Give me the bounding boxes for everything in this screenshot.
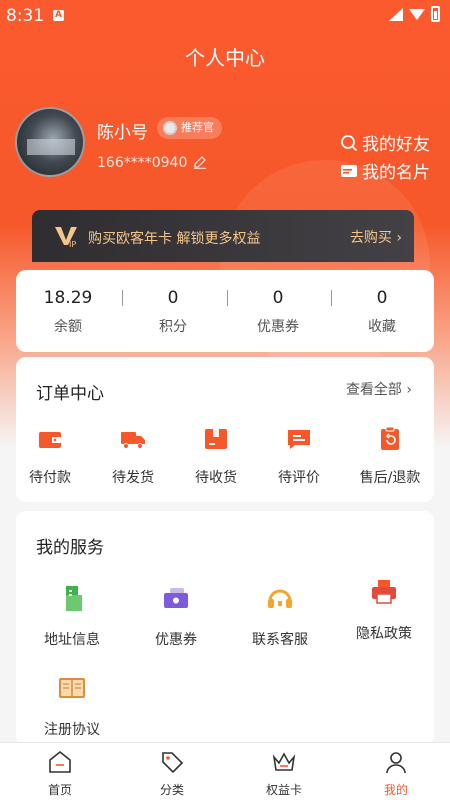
vip-banner-text: 购买欧客年卡 解锁更多权益 (88, 231, 261, 247)
vip-buy-button[interactable]: 去购买 › (350, 227, 402, 247)
page-title: 个人中心 (185, 46, 265, 70)
order-to-receive[interactable]: 待收货 (176, 425, 256, 487)
user-icon (386, 752, 406, 774)
stat-label: 积分 (159, 319, 187, 335)
wifi-icon (409, 8, 425, 20)
tag-icon (162, 752, 184, 774)
stat-label: 余额 (54, 319, 82, 335)
box-icon (205, 429, 227, 449)
referrer-badge[interactable]: 推荐官 (157, 117, 222, 139)
tab-mine[interactable]: 我的 (340, 743, 450, 800)
stat-balance[interactable]: 18.29 余额 (16, 270, 120, 352)
tab-home[interactable]: 首页 (4, 743, 116, 800)
service-label: 注册协议 (44, 722, 100, 738)
service-coupon[interactable]: 优惠券 (126, 583, 226, 649)
my-services-card: 我的服务 地址信息 优惠券 联系客服 隐私政策 注册协议 (16, 511, 434, 746)
order-label: 待收货 (195, 470, 237, 486)
order-label: 待付款 (29, 470, 71, 486)
order-pending-payment[interactable]: 待付款 (10, 425, 90, 487)
service-customer-support[interactable]: 联系客服 (230, 583, 330, 649)
order-to-review[interactable]: 待评价 (259, 425, 339, 487)
order-after-sales[interactable]: 售后/退款 (342, 425, 438, 487)
order-label: 待发货 (112, 470, 154, 486)
crown-icon (272, 752, 296, 771)
my-friends-label: 我的好友 (362, 135, 430, 155)
search-icon (341, 134, 358, 151)
edit-icon[interactable] (193, 155, 207, 169)
stat-points[interactable]: 0 积分 (121, 270, 225, 352)
home-icon (49, 750, 71, 773)
avatar[interactable] (15, 107, 85, 177)
tab-label: 权益卡 (265, 783, 302, 797)
refund-icon (381, 426, 399, 450)
badge-icon (163, 121, 177, 135)
truck-icon (121, 432, 145, 449)
battery-icon (431, 6, 440, 22)
order-label: 待评价 (278, 470, 320, 486)
stat-coupons[interactable]: 0 优惠券 (226, 270, 330, 352)
status-time: 8:31 (6, 6, 45, 26)
tab-label: 首页 (47, 783, 72, 797)
comment-icon (288, 430, 310, 449)
stat-label: 优惠券 (257, 319, 299, 335)
stat-value: 18.29 (43, 288, 93, 308)
tab-benefit-card[interactable]: 权益卡 (228, 743, 340, 800)
vip-banner[interactable]: IP 购买欧客年卡 解锁更多权益 去购买 › (32, 210, 414, 262)
stat-favorites[interactable]: 0 收藏 (330, 270, 434, 352)
stat-value: 0 (167, 288, 179, 308)
service-registration-agreement[interactable]: 注册协议 (22, 673, 122, 739)
wallet-icon (39, 432, 61, 448)
svg-text:IP: IP (69, 240, 76, 248)
stat-value: 0 (272, 288, 284, 308)
service-address[interactable]: 地址信息 (22, 583, 122, 649)
book-icon (59, 678, 85, 698)
printer-icon (372, 580, 396, 604)
my-services-title: 我的服务 (36, 538, 104, 558)
tab-category[interactable]: 分类 (116, 743, 228, 800)
stat-value: 0 (376, 288, 388, 308)
username: 陈小号 (97, 123, 148, 143)
cellular-signal-icon (389, 7, 403, 21)
stats-panel: 18.29 余额 0 积分 0 优惠券 0 收藏 (16, 270, 434, 352)
my-card-label: 我的名片 (362, 163, 430, 183)
service-label: 地址信息 (44, 632, 100, 648)
badge-label: 推荐官 (181, 121, 214, 134)
order-center-title: 订单中心 (36, 384, 104, 404)
my-card-link[interactable]: 我的名片 (340, 158, 430, 183)
tab-label: 我的 (383, 783, 408, 797)
order-center-card: 订单中心 查看全部 › 待付款 待发货 待收货 待评价 售后/退款 (16, 357, 434, 502)
building-icon (66, 586, 82, 611)
tab-label: 分类 (159, 783, 184, 797)
headset-icon (268, 589, 292, 608)
service-label: 优惠券 (155, 632, 197, 648)
order-label: 售后/退款 (359, 470, 421, 486)
coupon-icon (164, 588, 188, 608)
stat-label: 收藏 (368, 319, 396, 335)
my-friends-link[interactable]: 我的好友 (340, 130, 430, 155)
notification-a-icon: A (53, 10, 64, 21)
view-all-orders-link[interactable]: 查看全部 › (346, 379, 412, 399)
service-label: 隐私政策 (356, 626, 412, 642)
vip-logo-icon: IP (55, 227, 77, 248)
card-icon (341, 164, 357, 177)
phone-number: 166****0940 (97, 155, 188, 171)
service-label: 联系客服 (252, 632, 308, 648)
bottom-tab-bar: 首页 分类 权益卡 我的 (0, 742, 450, 800)
service-privacy-policy[interactable]: 隐私政策 (334, 577, 434, 643)
order-to-ship[interactable]: 待发货 (93, 425, 173, 487)
status-bar: 8:31 A (0, 0, 450, 30)
